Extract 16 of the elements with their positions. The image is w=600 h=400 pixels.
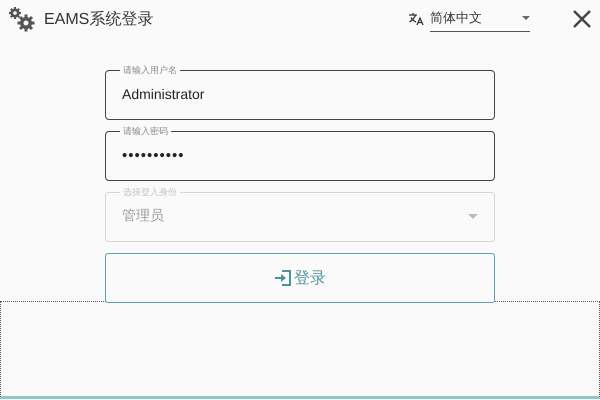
password-field[interactable]: 请输入密码 •••••••••• <box>105 125 495 181</box>
username-input[interactable]: Administrator <box>122 86 478 102</box>
sign-in-icon <box>274 269 292 287</box>
field-label: 请输入密码 <box>122 125 169 137</box>
field-label: 请输入用户名 <box>122 64 178 76</box>
close-button[interactable] <box>572 9 592 29</box>
gears-icon <box>8 6 36 32</box>
username-field[interactable]: 请输入用户名 Administrator <box>105 64 495 120</box>
translate-icon <box>408 12 424 26</box>
close-icon <box>572 9 592 29</box>
password-input[interactable]: •••••••••• <box>122 146 478 164</box>
language-select[interactable]: 简体中文 <box>430 6 530 32</box>
select-value: 管理员 <box>122 207 164 225</box>
caret-icon <box>522 16 530 20</box>
caret-icon <box>468 214 478 218</box>
window-title: EAMS系统登录 <box>44 10 154 30</box>
